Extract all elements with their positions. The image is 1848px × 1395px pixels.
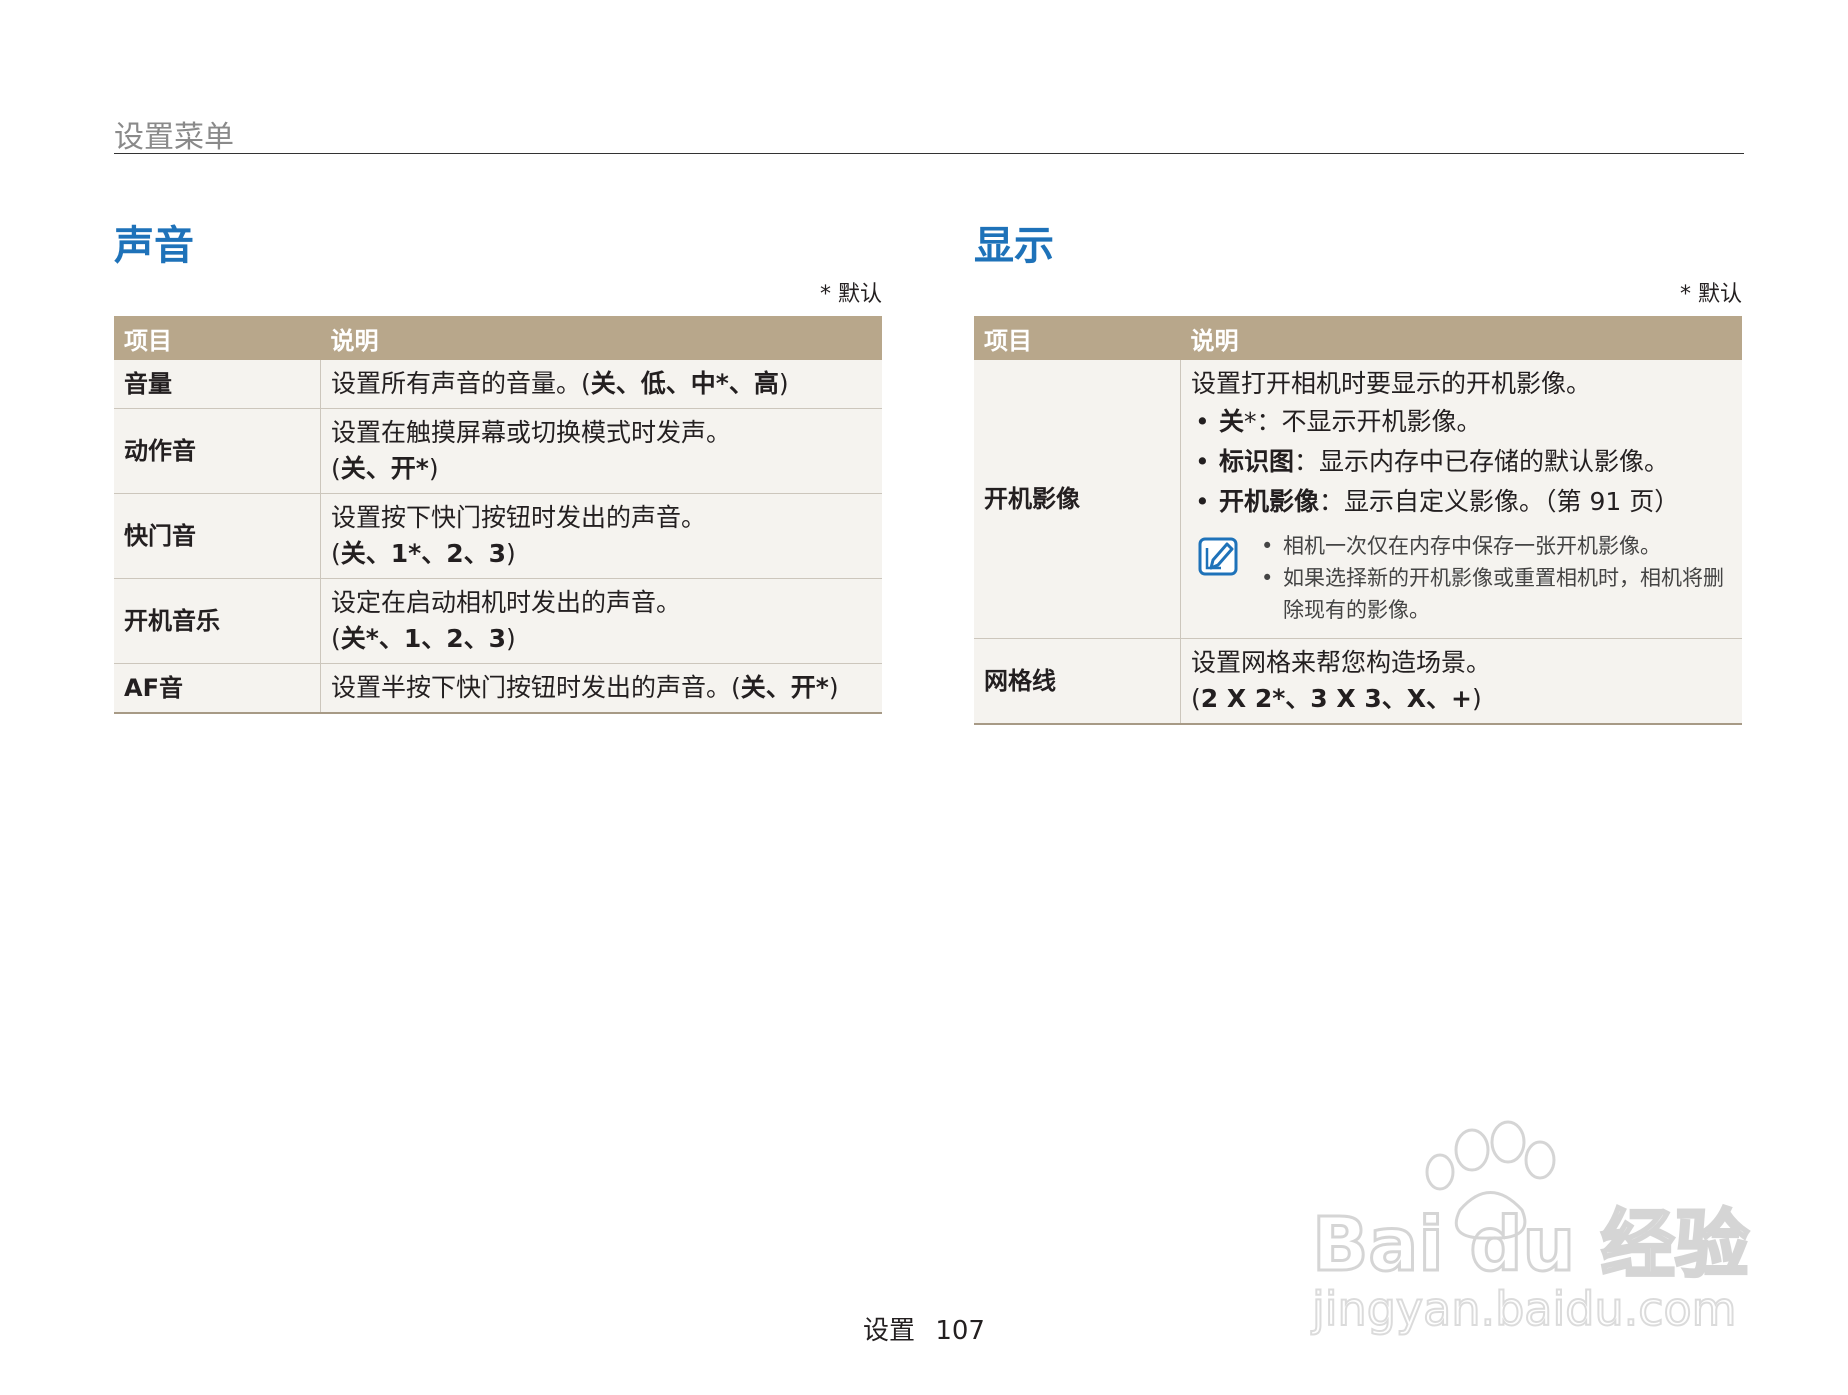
table-row: 网格线 设置网格来帮您构造场景。 (2 X 2*、3 X 3、X、+): [974, 638, 1742, 725]
desc-text: 设置所有声音的音量。: [331, 369, 582, 398]
row-desc: 设置半按下快门按钮时发出的声音。(关、开*): [320, 663, 882, 714]
options-line: (2 X 2*、3 X 3、X、+): [1191, 681, 1732, 717]
sound-default-note: * 默认: [820, 282, 882, 307]
opts-open: (: [331, 539, 341, 568]
col-desc-header: 说明: [1180, 316, 1742, 360]
page-number: 107: [935, 1316, 985, 1346]
row-desc: 设置所有声音的音量。(关、低、中*、高): [320, 360, 882, 409]
list-item: 标识图：显示内存中已存储的默认影像。: [1191, 442, 1732, 482]
opts-close: ): [506, 539, 516, 568]
row-item: 音量: [114, 360, 321, 409]
opts-open: (: [581, 369, 591, 398]
row-item: 开机音乐: [114, 578, 321, 664]
options-line: (关*、1、2、3): [331, 621, 872, 657]
note-box: 相机一次仅在内存中保存一张开机影像。 如果选择新的开机影像或重置相机时，相机将删…: [1191, 530, 1732, 626]
header-rule: [114, 153, 1744, 154]
row-desc: 设置网格来帮您构造场景。 (2 X 2*、3 X 3、X、+): [1180, 638, 1742, 725]
opts-close: ): [828, 673, 839, 702]
sound-section: 声音 * 默认 项目 说明 音量 设置所有声音的音量。(关、低、中*、高) 动作…: [114, 218, 882, 714]
col-desc-header: 说明: [320, 316, 882, 360]
watermark-brand: Bai du 经验: [1312, 1202, 1749, 1288]
option-name: 标识图: [1219, 447, 1295, 476]
table-row: 开机音乐 设定在启动相机时发出的声音。 (关*、1、2、3): [114, 578, 882, 664]
desc-text: 设置按下快门按钮时发出的声音。: [331, 503, 707, 532]
row-desc: 设置按下快门按钮时发出的声音。 (关、1*、2、3): [320, 493, 882, 579]
list-item: 关*：不显示开机影像。: [1191, 402, 1732, 442]
display-section: 显示 * 默认 项目 说明 开机影像 设置打开相机时要显示的开机影像。 关*：不…: [974, 218, 1742, 725]
option-desc: ：显示自定义影像。（第 91 页）: [1319, 487, 1680, 516]
col-item-header: 项目: [114, 316, 321, 360]
note-item: 如果选择新的开机影像或重置相机时，相机将删除现有的影像。: [1257, 562, 1732, 626]
table-header-row: 项目 说明: [974, 316, 1742, 360]
note-icon: [1198, 537, 1238, 576]
watermark-url: jingyan.baidu.com: [1311, 1282, 1737, 1336]
option-desc: ：显示内存中已存储的默认影像。: [1294, 447, 1670, 476]
note-item: 相机一次仅在内存中保存一张开机影像。: [1257, 530, 1732, 562]
opts-close: ): [1472, 684, 1482, 713]
options-line: (关、1*、2、3): [331, 536, 872, 572]
options-text: 关、1*、2、3: [340, 539, 507, 568]
row-item: AF音: [114, 663, 321, 714]
options-text: 关*、1、2、3: [340, 624, 507, 653]
opts-open: (: [731, 673, 741, 702]
desc-text: 设置半按下快门按钮时发出的声音。: [331, 673, 732, 702]
options-text: 关、开*: [740, 673, 829, 702]
footer-section: 设置: [863, 1316, 916, 1346]
opts-close: ): [778, 369, 789, 398]
opts-open: (: [1191, 684, 1201, 713]
option-name: 关: [1219, 407, 1245, 436]
list-item: 开机影像：显示自定义影像。（第 91 页）: [1191, 482, 1732, 522]
display-table: 项目 说明 开机影像 设置打开相机时要显示的开机影像。 关*：不显示开机影像。 …: [974, 316, 1742, 725]
table-row: 快门音 设置按下快门按钮时发出的声音。 (关、1*、2、3): [114, 493, 882, 579]
options-line: (关、开*): [331, 451, 872, 487]
row-desc: 设定在启动相机时发出的声音。 (关*、1、2、3): [320, 578, 882, 664]
sound-title: 声音: [114, 223, 194, 269]
display-title: 显示: [974, 223, 1054, 269]
row-item: 快门音: [114, 493, 321, 579]
desc-text: 设置打开相机时要显示的开机影像。: [1191, 369, 1592, 398]
table-row: 音量 设置所有声音的音量。(关、低、中*、高): [114, 360, 882, 409]
display-default-note: * 默认: [1680, 282, 1742, 307]
table-header-row: 项目 说明: [114, 316, 882, 360]
table-row: 动作音 设置在触摸屏幕或切换模式时发声。 (关、开*): [114, 408, 882, 494]
table-row: AF音 设置半按下快门按钮时发出的声音。(关、开*): [114, 663, 882, 714]
options-text: 2 X 2*、3 X 3、X、+: [1200, 684, 1473, 713]
sound-table: 项目 说明 音量 设置所有声音的音量。(关、低、中*、高) 动作音 设置在触摸屏…: [114, 316, 882, 714]
row-item: 开机影像: [974, 360, 1181, 639]
header-title: 设置菜单: [114, 120, 234, 155]
option-name: 开机影像: [1219, 487, 1320, 516]
desc-text: 设置在触摸屏幕或切换模式时发声。: [331, 418, 732, 447]
row-item: 动作音: [114, 408, 321, 494]
options-text: 关、开*: [340, 454, 429, 483]
row-desc: 设置在触摸屏幕或切换模式时发声。 (关、开*): [320, 408, 882, 494]
note-list: 相机一次仅在内存中保存一张开机影像。 如果选择新的开机影像或重置相机时，相机将删…: [1257, 530, 1732, 626]
opts-open: (: [331, 624, 341, 653]
row-item: 网格线: [974, 638, 1181, 725]
opts-close: ): [506, 624, 516, 653]
options-text: 关、低、中*、高: [590, 369, 779, 398]
desc-text: 设定在启动相机时发出的声音。: [331, 588, 682, 617]
row-desc: 设置打开相机时要显示的开机影像。 关*：不显示开机影像。 标识图：显示内存中已存…: [1180, 360, 1742, 639]
watermark: Bai du 经验 jingyan.baidu.com: [1310, 1120, 1750, 1337]
opts-open: (: [331, 454, 341, 483]
table-row: 开机影像 设置打开相机时要显示的开机影像。 关*：不显示开机影像。 标识图：显示…: [974, 360, 1742, 639]
option-list: 关*：不显示开机影像。 标识图：显示内存中已存储的默认影像。 开机影像：显示自定…: [1191, 402, 1732, 522]
desc-text: 设置网格来帮您构造场景。: [1191, 648, 1492, 677]
col-item-header: 项目: [974, 316, 1181, 360]
option-desc: *：不显示开机影像。: [1244, 407, 1482, 436]
opts-close: ): [428, 454, 439, 483]
